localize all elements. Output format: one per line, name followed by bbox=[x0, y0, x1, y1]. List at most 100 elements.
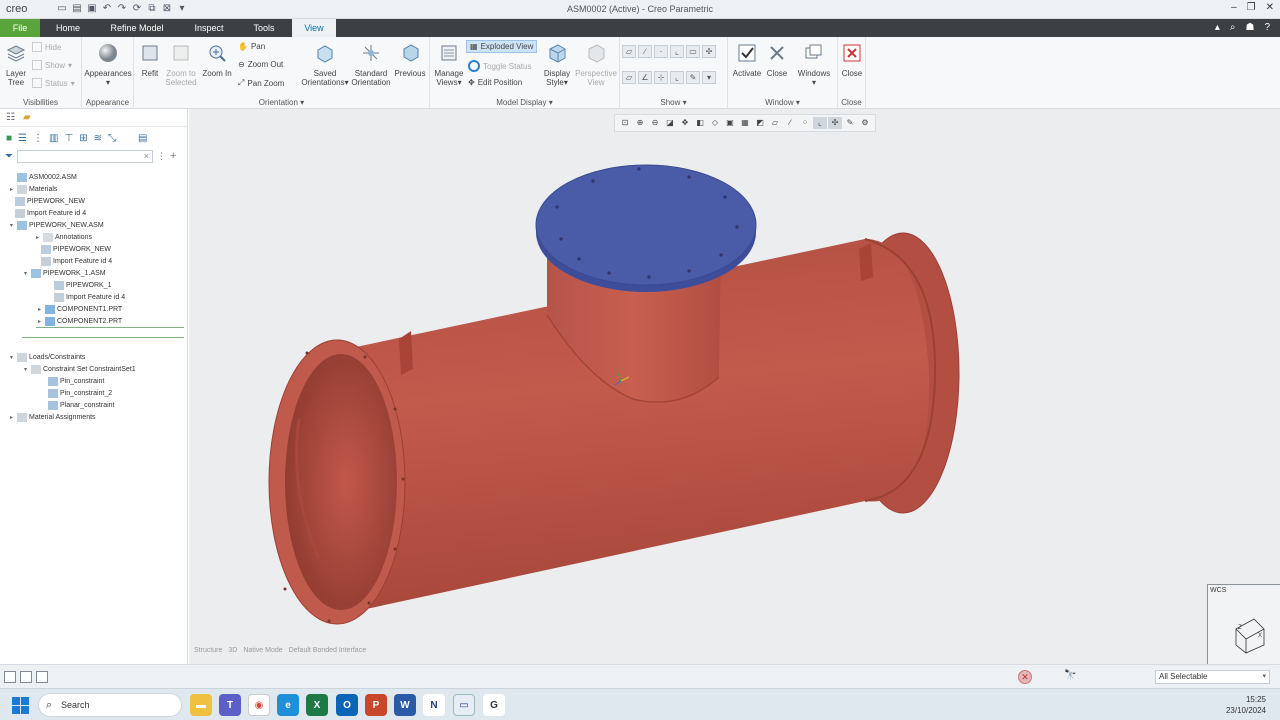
outlook-icon[interactable]: O bbox=[336, 694, 358, 716]
point-tag-icon[interactable]: ⊹ bbox=[654, 71, 668, 84]
tab-file[interactable]: File bbox=[0, 19, 40, 37]
file-explorer-icon[interactable]: ▬ bbox=[190, 694, 212, 716]
tree-layers-icon[interactable]: ≋ bbox=[94, 133, 102, 144]
tree-node[interactable]: Import Feature id 4 bbox=[41, 255, 112, 267]
show-more-icon[interactable]: ▾ bbox=[702, 71, 716, 84]
creo-app-icon[interactable]: ▭ bbox=[453, 694, 475, 716]
nx-app-icon[interactable]: N bbox=[423, 694, 445, 716]
refit-button[interactable]: Refit bbox=[138, 41, 162, 78]
tree-search-input[interactable]: × bbox=[17, 149, 153, 163]
clear-search-icon[interactable]: × bbox=[144, 151, 149, 161]
tree-node[interactable]: ▾ Constraint Set ConstraintSet1 bbox=[22, 363, 136, 375]
saved-orientations-button[interactable]: Saved Orientations▾ bbox=[300, 41, 350, 87]
add-column-icon[interactable]: + bbox=[170, 150, 176, 162]
tree-node[interactable]: Pin_constraint bbox=[48, 375, 104, 387]
annotation-display-icon[interactable]: ▱ bbox=[622, 71, 636, 84]
activate-button[interactable]: Activate bbox=[730, 41, 764, 78]
tree-node[interactable]: ▸ Materials bbox=[8, 183, 57, 195]
tree-node[interactable]: ▸ COMPONENT1.PRT bbox=[36, 303, 122, 315]
toggle-browser-icon[interactable] bbox=[20, 671, 32, 683]
datum-point-icon[interactable]: · bbox=[654, 45, 668, 58]
tree-node[interactable]: ▸ Material Assignments bbox=[8, 411, 96, 423]
spin-center-icon[interactable]: ✣ bbox=[702, 45, 716, 58]
tree-node[interactable]: Import Feature id 4 bbox=[15, 207, 86, 219]
tree-node[interactable]: ▾ Loads/Constraints bbox=[8, 351, 85, 363]
tree-expand-icon[interactable]: ⤡ bbox=[108, 133, 116, 144]
tree-node[interactable]: ▸ Annotations bbox=[34, 231, 92, 243]
zoom-out-button[interactable]: ⊖ Zoom Out bbox=[238, 60, 283, 69]
tree-node[interactable]: ▸ COMPONENT2.PRT bbox=[36, 315, 122, 327]
tree-filter-view-icon[interactable]: ▥ bbox=[49, 133, 58, 144]
taskbar-search[interactable]: ⌕ Search bbox=[38, 693, 182, 717]
edit-position-button[interactable]: ✥ Edit Position bbox=[468, 78, 522, 87]
pan-zoom-button[interactable]: ⤢ Pan Zoom bbox=[238, 78, 284, 88]
error-indicator-icon[interactable]: ✕ bbox=[1018, 670, 1032, 684]
community-icon[interactable]: ☗ bbox=[1245, 22, 1254, 33]
appearances-button[interactable]: Appearances ▾ bbox=[84, 41, 132, 87]
show-button[interactable]: Show ▾ bbox=[32, 60, 72, 70]
close-window-button[interactable]: Close bbox=[764, 41, 790, 78]
chrome-icon[interactable]: ◉ bbox=[248, 694, 270, 716]
tree-cube-icon[interactable]: ■ bbox=[6, 133, 12, 144]
tab-home[interactable]: Home bbox=[44, 19, 92, 37]
status-button[interactable]: Status ▾ bbox=[32, 78, 75, 88]
powerpoint-icon[interactable]: P bbox=[365, 694, 387, 716]
tab-view[interactable]: View bbox=[292, 19, 336, 37]
system-clock[interactable]: 15:25 23/10/2024 bbox=[1226, 694, 1266, 716]
tree-columns-icon[interactable]: ⋮ bbox=[33, 133, 43, 144]
datum-plane-icon[interactable]: ▱ bbox=[622, 45, 636, 58]
windows-start-icon[interactable] bbox=[12, 697, 29, 714]
windows-button[interactable]: Windows ▾ bbox=[794, 41, 834, 87]
tree-doc-icon[interactable]: ▤ bbox=[138, 133, 147, 144]
close-button[interactable]: Close bbox=[840, 41, 864, 78]
tab-tools[interactable]: Tools bbox=[244, 19, 284, 37]
filter-funnel-icon[interactable]: ⏷ bbox=[5, 151, 13, 162]
graphics-viewport[interactable]: ⊡ ⊕ ⊖ ◪ ✥ ◧ ◇ ▣ ▦ ◩ ▱ ∕ ⁘ ⌞ ✣ ✎ ⚙ Struct… bbox=[189, 109, 1280, 664]
tree-node[interactable]: Import Feature id 4 bbox=[54, 291, 125, 303]
previous-button[interactable]: Previous bbox=[394, 41, 426, 78]
toggle-status-button[interactable]: Toggle Status bbox=[468, 60, 531, 72]
layer-tree-button[interactable]: Layer Tree bbox=[4, 41, 28, 87]
csys-tag-icon[interactable]: ⌞ bbox=[670, 71, 684, 84]
tree-node[interactable]: Pin_constraint_2 bbox=[48, 387, 112, 399]
tree-options-icon[interactable]: ⋮ bbox=[157, 151, 166, 162]
tree-node[interactable]: PIPEWORK_NEW bbox=[41, 243, 111, 255]
zoom-in-button[interactable]: Zoom In bbox=[200, 41, 234, 78]
pipe-tee-model[interactable] bbox=[189, 109, 1280, 664]
help-icon[interactable]: ? bbox=[1264, 22, 1270, 33]
restore-button[interactable]: ❐ bbox=[1247, 2, 1256, 13]
model-tree-tab-icon[interactable]: ☷ bbox=[6, 112, 15, 123]
tree-node[interactable]: Planar_constraint bbox=[48, 399, 114, 411]
app-g-icon[interactable]: G bbox=[483, 694, 505, 716]
close-app-button[interactable]: ✕ bbox=[1266, 2, 1274, 13]
excel-icon[interactable]: X bbox=[306, 694, 328, 716]
tree-node[interactable]: ASM0002.ASM bbox=[8, 171, 77, 183]
tree-list-icon[interactable]: ☰ bbox=[18, 133, 27, 144]
axis-tag-icon[interactable]: ∠ bbox=[638, 71, 652, 84]
word-icon[interactable]: W bbox=[394, 694, 416, 716]
tree-hierarchy-icon[interactable]: ⊤ bbox=[64, 133, 73, 144]
arrow-up-icon[interactable]: ▴ bbox=[1215, 22, 1220, 33]
tree-node[interactable]: ▾ PIPEWORK_NEW.ASM bbox=[8, 219, 104, 231]
edge-icon[interactable]: e bbox=[277, 694, 299, 716]
search-help-icon[interactable]: ⌕ bbox=[1230, 22, 1236, 33]
toggle-navigator-icon[interactable] bbox=[4, 671, 16, 683]
3d-notes-icon[interactable]: ✎ bbox=[686, 71, 700, 84]
plane-tag-icon[interactable]: ▭ bbox=[686, 45, 700, 58]
tree-settings-icon[interactable]: ⊞ bbox=[79, 133, 87, 144]
tree-node[interactable]: ▾ PIPEWORK_1.ASM bbox=[22, 267, 106, 279]
folder-browser-tab-icon[interactable]: ▰ bbox=[23, 112, 31, 123]
teams-icon[interactable]: T bbox=[219, 694, 241, 716]
exploded-view-button[interactable]: ▦ Exploded View bbox=[466, 40, 538, 53]
tab-inspect[interactable]: Inspect bbox=[184, 19, 234, 37]
coordinate-system-icon[interactable]: ⌞ bbox=[670, 45, 684, 58]
zoom-selected-button[interactable]: Zoom to Selected bbox=[162, 41, 200, 87]
pan-button[interactable]: ✋ Pan bbox=[238, 42, 265, 51]
selection-filter-dropdown[interactable]: All Selectable ▾ bbox=[1155, 670, 1270, 684]
perspective-view-button[interactable]: Perspective View bbox=[574, 41, 618, 87]
minimize-button[interactable]: – bbox=[1231, 2, 1237, 13]
manage-views-button[interactable]: Manage Views▾ bbox=[432, 41, 466, 87]
standard-orientation-button[interactable]: Standard Orientation bbox=[350, 41, 392, 87]
tree-node[interactable]: PIPEWORK_NEW bbox=[15, 195, 85, 207]
hide-button[interactable]: Hide bbox=[32, 42, 61, 52]
